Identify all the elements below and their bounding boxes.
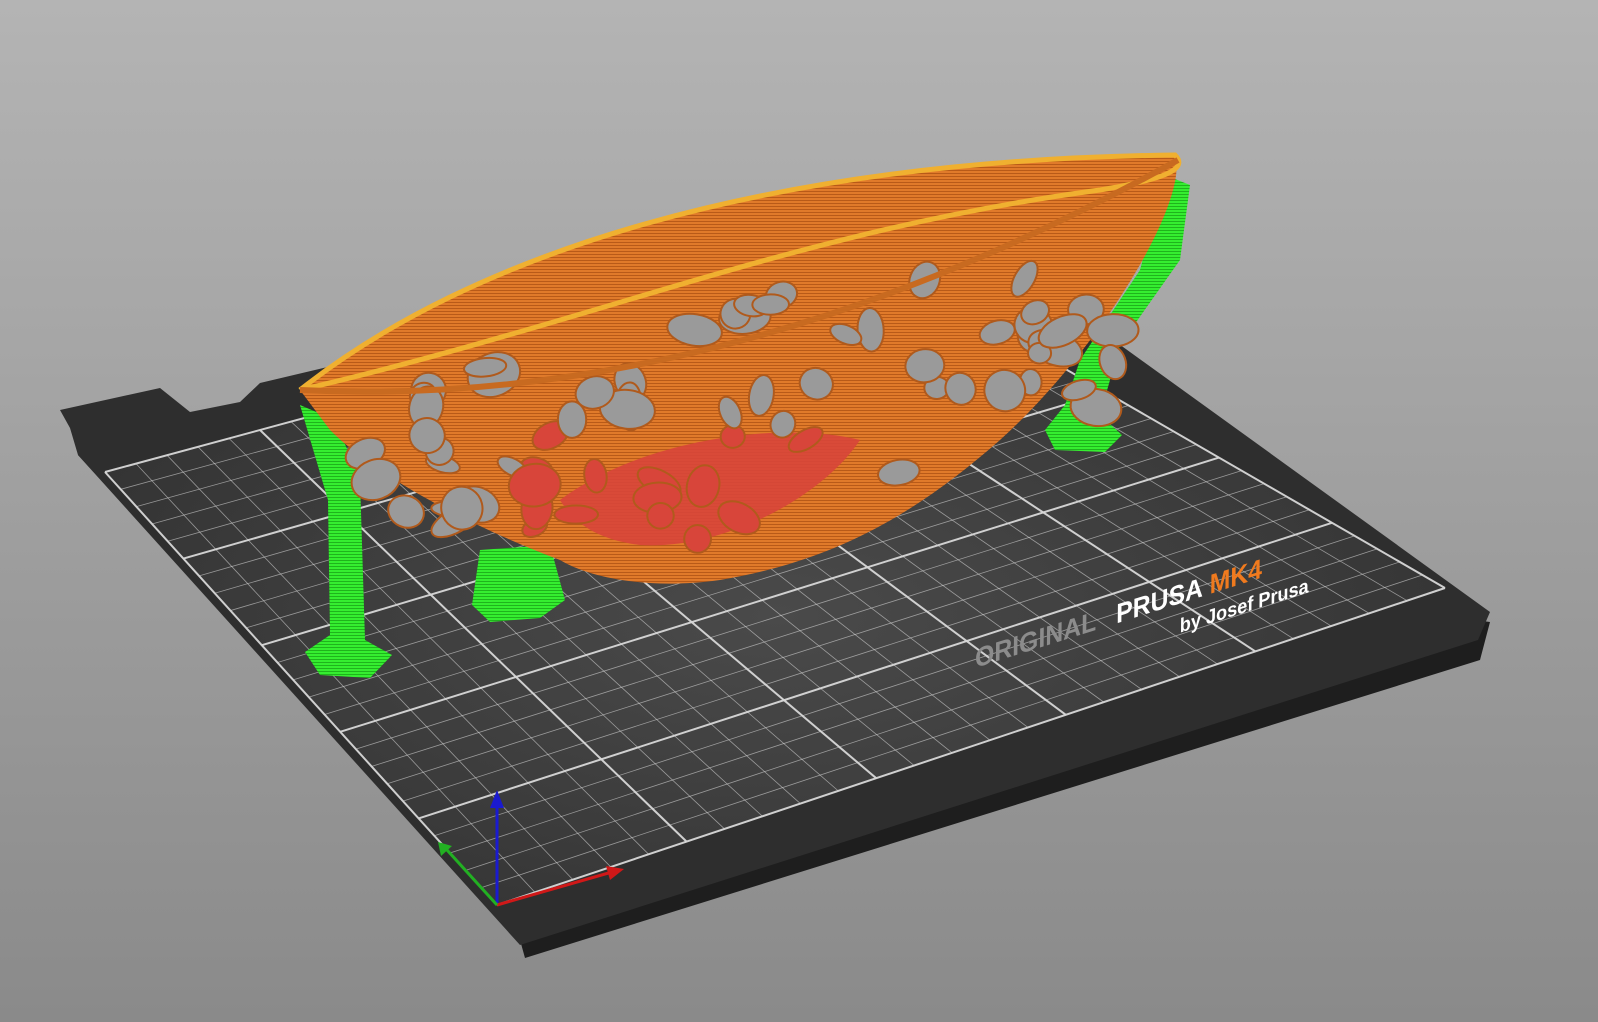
basket-hole — [683, 524, 713, 554]
basket-hole — [646, 501, 675, 530]
basket-hole — [1086, 313, 1140, 348]
basket-hole — [751, 293, 790, 316]
basket-hole — [553, 504, 600, 525]
3d-viewport[interactable]: ORIGINAL PRUSA MK4 by Josef Prusa — [0, 0, 1598, 1022]
scene[interactable]: ORIGINAL PRUSA MK4 by Josef Prusa — [0, 0, 1598, 1022]
